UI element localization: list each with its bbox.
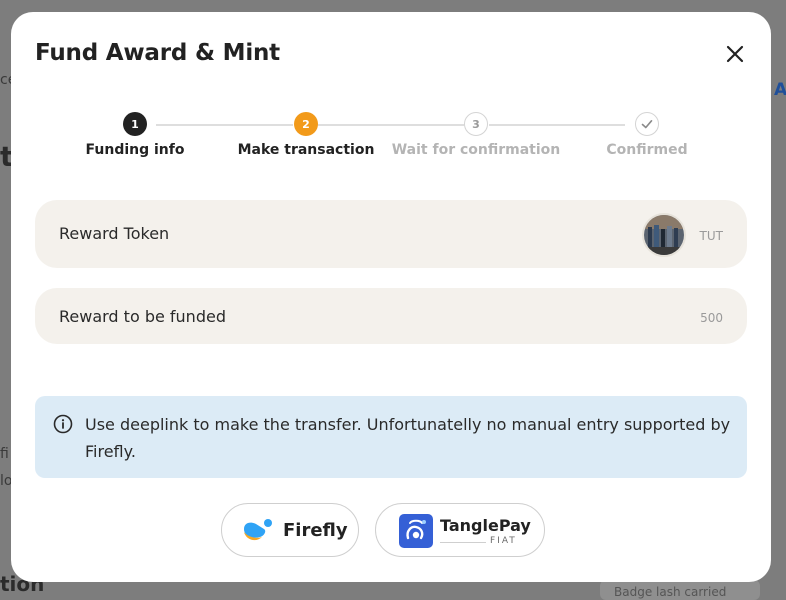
tanglepay-logo-icon [399, 514, 433, 548]
reward-funded-field[interactable]: Reward to be funded 500 [35, 288, 747, 344]
reward-token-field[interactable]: Reward Token TUT [35, 200, 747, 268]
stepper-connector [489, 124, 625, 126]
step-4-indicator [635, 112, 659, 136]
step-4-label: Confirmed [606, 142, 688, 158]
step-2-label: Make transaction [237, 142, 375, 158]
modal-title: Fund Award & Mint [35, 40, 280, 66]
reward-funded-label: Reward to be funded [59, 307, 226, 326]
fund-award-modal: Fund Award & Mint 1 Funding info 2 Make … [11, 12, 771, 582]
step-2-number: 2 [302, 117, 310, 131]
bg-fragment-badge: Badge lash carried [614, 585, 727, 599]
token-image-icon [644, 215, 684, 255]
step-1-number: 1 [131, 117, 139, 131]
tanglepay-divider [440, 542, 486, 543]
reward-token-value: TUT [699, 229, 723, 243]
token-avatar [642, 213, 686, 257]
bg-card: Badge lash carried [600, 580, 760, 600]
bg-fragment-fi: fi [0, 446, 9, 462]
stepper-connector [318, 124, 464, 126]
step-3-number: 3 [472, 117, 480, 131]
bg-fragment-a: A [774, 80, 786, 100]
firefly-logo-icon [244, 519, 272, 541]
close-icon [726, 45, 744, 63]
close-button[interactable] [723, 42, 747, 66]
step-3-label: Wait for confirmation [391, 142, 561, 158]
tanglepay-sublabel: FIAT [490, 536, 517, 546]
tanglepay-wallet-button[interactable]: TanglePay FIAT [375, 503, 545, 557]
info-alert-text: Use deeplink to make the transfer. Unfor… [85, 415, 731, 461]
info-alert: Use deeplink to make the transfer. Unfor… [35, 396, 747, 478]
step-1-indicator: 1 [123, 112, 147, 136]
info-icon [53, 414, 73, 434]
firefly-wallet-button[interactable]: Firefly [221, 503, 359, 557]
tanglepay-label: TanglePay [440, 516, 531, 535]
check-icon [641, 120, 653, 129]
stepper-connector [156, 124, 293, 126]
reward-funded-value: 500 [700, 311, 723, 325]
step-2-indicator: 2 [294, 112, 318, 136]
firefly-label: Firefly [283, 520, 348, 541]
step-1-label: Funding info [85, 142, 185, 158]
reward-token-label: Reward Token [59, 224, 170, 243]
step-3-indicator: 3 [464, 112, 488, 136]
